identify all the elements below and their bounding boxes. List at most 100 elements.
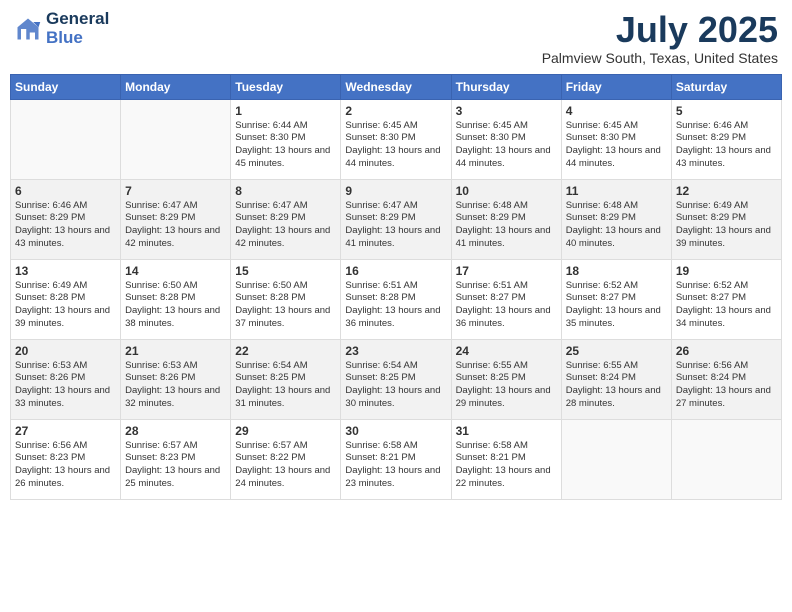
calendar-cell: 1 Sunrise: 6:44 AM Sunset: 8:30 PM Daylig… <box>231 99 341 179</box>
calendar-cell: 20 Sunrise: 6:53 AM Sunset: 8:26 PM Dayli… <box>11 339 121 419</box>
day-number: 31 <box>456 424 557 438</box>
day-number: 24 <box>456 344 557 358</box>
column-header-wednesday: Wednesday <box>341 74 451 99</box>
day-info: Sunrise: 6:49 AM Sunset: 8:29 PM Dayligh… <box>676 200 777 251</box>
logo: General Blue <box>14 10 109 47</box>
calendar-cell: 7 Sunrise: 6:47 AM Sunset: 8:29 PM Daylig… <box>121 179 231 259</box>
column-header-saturday: Saturday <box>671 74 781 99</box>
day-number: 9 <box>345 184 446 198</box>
day-number: 21 <box>125 344 226 358</box>
calendar-cell <box>11 99 121 179</box>
day-number: 23 <box>345 344 446 358</box>
day-number: 2 <box>345 104 446 118</box>
column-header-sunday: Sunday <box>11 74 121 99</box>
day-number: 11 <box>566 184 667 198</box>
calendar-cell: 27 Sunrise: 6:56 AM Sunset: 8:23 PM Dayli… <box>11 419 121 499</box>
day-info: Sunrise: 6:45 AM Sunset: 8:30 PM Dayligh… <box>566 120 667 171</box>
calendar-cell: 28Sunrise: 6:57 AM Sunset: 8:23 PM Dayli… <box>121 419 231 499</box>
day-number: 30 <box>345 424 446 438</box>
calendar-header-row: SundayMondayTuesdayWednesdayThursdayFrid… <box>11 74 782 99</box>
calendar-cell: 10Sunrise: 6:48 AM Sunset: 8:29 PM Dayli… <box>451 179 561 259</box>
day-info: Sunrise: 6:57 AM Sunset: 8:22 PM Dayligh… <box>235 440 336 491</box>
calendar-cell: 30Sunrise: 6:58 AM Sunset: 8:21 PM Dayli… <box>341 419 451 499</box>
calendar-cell <box>561 419 671 499</box>
day-info: Sunrise: 6:48 AM Sunset: 8:29 PM Dayligh… <box>566 200 667 251</box>
calendar-week-row: 6 Sunrise: 6:46 AM Sunset: 8:29 PM Daylig… <box>11 179 782 259</box>
day-number: 8 <box>235 184 336 198</box>
day-number: 1 <box>235 104 336 118</box>
calendar-cell: 3Sunrise: 6:45 AM Sunset: 8:30 PM Daylig… <box>451 99 561 179</box>
day-info: Sunrise: 6:57 AM Sunset: 8:23 PM Dayligh… <box>125 440 226 491</box>
day-info: Sunrise: 6:45 AM Sunset: 8:30 PM Dayligh… <box>345 120 446 171</box>
calendar-cell: 14Sunrise: 6:50 AM Sunset: 8:28 PM Dayli… <box>121 259 231 339</box>
day-number: 16 <box>345 264 446 278</box>
column-header-thursday: Thursday <box>451 74 561 99</box>
column-header-monday: Monday <box>121 74 231 99</box>
calendar-cell: 2 Sunrise: 6:45 AM Sunset: 8:30 PM Daylig… <box>341 99 451 179</box>
day-number: 29 <box>235 424 336 438</box>
day-info: Sunrise: 6:56 AM Sunset: 8:24 PM Dayligh… <box>676 360 777 411</box>
day-info: Sunrise: 6:56 AM Sunset: 8:23 PM Dayligh… <box>15 440 116 491</box>
day-number: 7 <box>125 184 226 198</box>
calendar-table: SundayMondayTuesdayWednesdayThursdayFrid… <box>10 74 782 500</box>
column-header-tuesday: Tuesday <box>231 74 341 99</box>
day-info: Sunrise: 6:54 AM Sunset: 8:25 PM Dayligh… <box>235 360 336 411</box>
calendar-cell: 31 Sunrise: 6:58 AM Sunset: 8:21 PM Dayli… <box>451 419 561 499</box>
calendar-cell: 12Sunrise: 6:49 AM Sunset: 8:29 PM Dayli… <box>671 179 781 259</box>
calendar-cell: 24 Sunrise: 6:55 AM Sunset: 8:25 PM Dayli… <box>451 339 561 419</box>
day-info: Sunrise: 6:47 AM Sunset: 8:29 PM Dayligh… <box>345 200 446 251</box>
calendar-cell <box>121 99 231 179</box>
day-number: 6 <box>15 184 116 198</box>
day-number: 25 <box>566 344 667 358</box>
day-info: Sunrise: 6:47 AM Sunset: 8:29 PM Dayligh… <box>125 200 226 251</box>
calendar-cell: 29 Sunrise: 6:57 AM Sunset: 8:22 PM Dayli… <box>231 419 341 499</box>
calendar-week-row: 1 Sunrise: 6:44 AM Sunset: 8:30 PM Daylig… <box>11 99 782 179</box>
day-info: Sunrise: 6:50 AM Sunset: 8:28 PM Dayligh… <box>125 280 226 331</box>
day-info: Sunrise: 6:55 AM Sunset: 8:24 PM Dayligh… <box>566 360 667 411</box>
month-year-title: July 2025 <box>542 10 778 50</box>
calendar-week-row: 27 Sunrise: 6:56 AM Sunset: 8:23 PM Dayli… <box>11 419 782 499</box>
day-info: Sunrise: 6:50 AM Sunset: 8:28 PM Dayligh… <box>235 280 336 331</box>
day-info: Sunrise: 6:46 AM Sunset: 8:29 PM Dayligh… <box>15 200 116 251</box>
day-info: Sunrise: 6:55 AM Sunset: 8:25 PM Dayligh… <box>456 360 557 411</box>
day-info: Sunrise: 6:53 AM Sunset: 8:26 PM Dayligh… <box>15 360 116 411</box>
day-number: 26 <box>676 344 777 358</box>
title-block: July 2025 Palmview South, Texas, United … <box>542 10 778 66</box>
day-info: Sunrise: 6:47 AM Sunset: 8:29 PM Dayligh… <box>235 200 336 251</box>
calendar-cell: 26 Sunrise: 6:56 AM Sunset: 8:24 PM Dayli… <box>671 339 781 419</box>
day-info: Sunrise: 6:52 AM Sunset: 8:27 PM Dayligh… <box>676 280 777 331</box>
calendar-cell: 17 Sunrise: 6:51 AM Sunset: 8:27 PM Dayli… <box>451 259 561 339</box>
day-info: Sunrise: 6:46 AM Sunset: 8:29 PM Dayligh… <box>676 120 777 171</box>
day-number: 19 <box>676 264 777 278</box>
day-info: Sunrise: 6:44 AM Sunset: 8:30 PM Dayligh… <box>235 120 336 171</box>
calendar-cell: 9 Sunrise: 6:47 AM Sunset: 8:29 PM Daylig… <box>341 179 451 259</box>
day-info: Sunrise: 6:52 AM Sunset: 8:27 PM Dayligh… <box>566 280 667 331</box>
calendar-cell: 21 Sunrise: 6:53 AM Sunset: 8:26 PM Dayli… <box>121 339 231 419</box>
day-number: 20 <box>15 344 116 358</box>
day-number: 4 <box>566 104 667 118</box>
day-number: 17 <box>456 264 557 278</box>
calendar-cell: 15Sunrise: 6:50 AM Sunset: 8:28 PM Dayli… <box>231 259 341 339</box>
calendar-cell: 5 Sunrise: 6:46 AM Sunset: 8:29 PM Daylig… <box>671 99 781 179</box>
day-number: 18 <box>566 264 667 278</box>
day-info: Sunrise: 6:51 AM Sunset: 8:28 PM Dayligh… <box>345 280 446 331</box>
logo-text: General Blue <box>46 10 109 47</box>
logo-icon <box>14 15 42 43</box>
calendar-cell: 16 Sunrise: 6:51 AM Sunset: 8:28 PM Dayli… <box>341 259 451 339</box>
day-info: Sunrise: 6:58 AM Sunset: 8:21 PM Dayligh… <box>456 440 557 491</box>
calendar-cell: 11 Sunrise: 6:48 AM Sunset: 8:29 PM Dayli… <box>561 179 671 259</box>
day-number: 27 <box>15 424 116 438</box>
calendar-cell: 8 Sunrise: 6:47 AM Sunset: 8:29 PM Daylig… <box>231 179 341 259</box>
calendar-cell: 22Sunrise: 6:54 AM Sunset: 8:25 PM Dayli… <box>231 339 341 419</box>
calendar-week-row: 20 Sunrise: 6:53 AM Sunset: 8:26 PM Dayli… <box>11 339 782 419</box>
calendar-cell: 25 Sunrise: 6:55 AM Sunset: 8:24 PM Dayli… <box>561 339 671 419</box>
day-info: Sunrise: 6:53 AM Sunset: 8:26 PM Dayligh… <box>125 360 226 411</box>
day-info: Sunrise: 6:49 AM Sunset: 8:28 PM Dayligh… <box>15 280 116 331</box>
day-info: Sunrise: 6:51 AM Sunset: 8:27 PM Dayligh… <box>456 280 557 331</box>
page-header: General Blue July 2025 Palmview South, T… <box>10 10 782 66</box>
location-subtitle: Palmview South, Texas, United States <box>542 50 778 66</box>
day-number: 5 <box>676 104 777 118</box>
calendar-cell: 4 Sunrise: 6:45 AM Sunset: 8:30 PM Daylig… <box>561 99 671 179</box>
calendar-cell: 6 Sunrise: 6:46 AM Sunset: 8:29 PM Daylig… <box>11 179 121 259</box>
calendar-cell <box>671 419 781 499</box>
